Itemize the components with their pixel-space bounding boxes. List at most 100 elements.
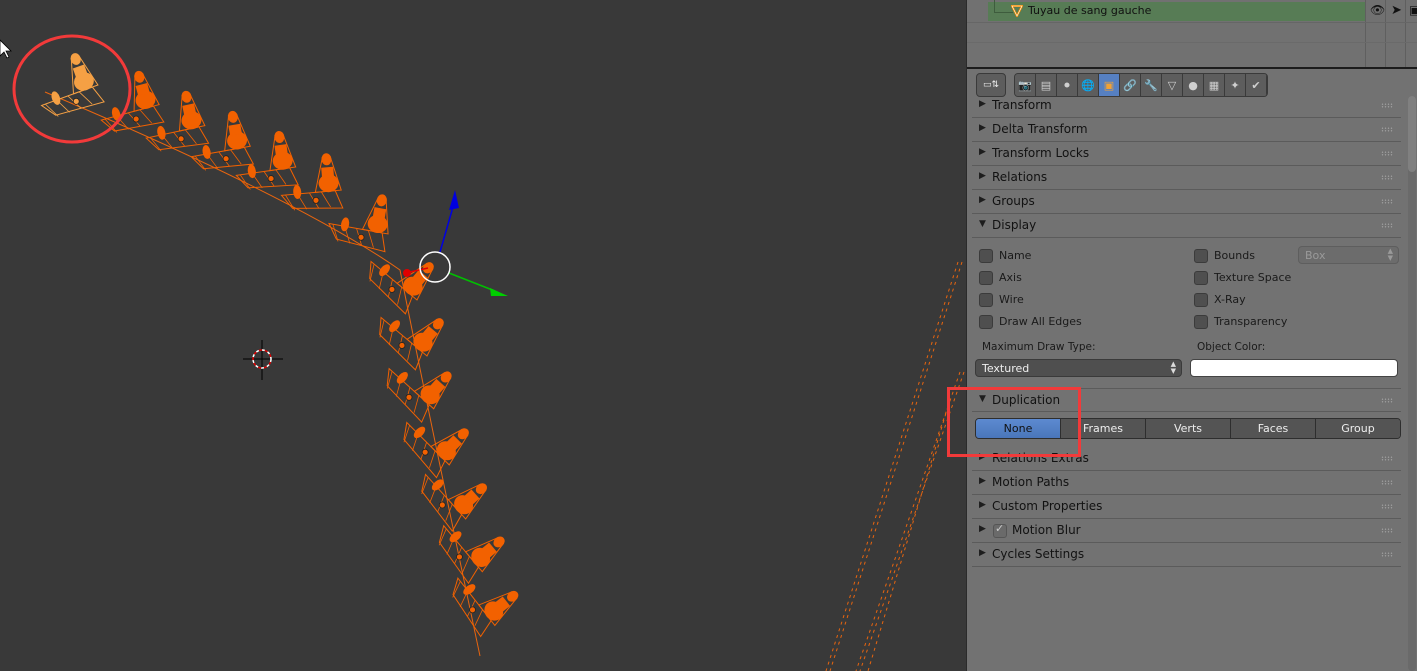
- panel-drag-grip[interactable]: [1381, 528, 1393, 533]
- duplication-option-none[interactable]: None: [976, 419, 1061, 438]
- panel-motion-blur[interactable]: ▶ ✓ Motion Blur: [972, 519, 1401, 543]
- object-origin-dot: [222, 155, 230, 163]
- tab-render[interactable]: 📷: [1015, 74, 1036, 96]
- tab-world[interactable]: 🌐: [1078, 74, 1099, 96]
- dropdown-arrows-icon: ▲ ▼: [1170, 360, 1176, 375]
- duplicate-object[interactable]: [444, 555, 525, 638]
- checkbox-wire[interactable]: [979, 293, 993, 307]
- panel-label: Motion Paths: [992, 475, 1070, 489]
- panel-enable-checkbox[interactable]: ✓: [993, 522, 1007, 538]
- properties-scrollbar[interactable]: [1408, 96, 1416, 671]
- panel-drag-grip[interactable]: [1381, 127, 1393, 132]
- panel-delta-transform[interactable]: ▶ Delta Transform: [972, 118, 1401, 142]
- tab-texture[interactable]: ▦: [1204, 74, 1225, 96]
- panel-drag-grip[interactable]: [1381, 480, 1393, 485]
- gizmo-y-arrow[interactable]: [490, 288, 508, 296]
- panel-drag-grip[interactable]: [1381, 223, 1393, 228]
- outliner-object-name[interactable]: Tuyau de sang gauche: [1028, 4, 1151, 17]
- panel-motion-paths[interactable]: ▶ Motion Paths: [972, 471, 1401, 495]
- collapse-arrow-icon[interactable]: ▼: [979, 219, 986, 229]
- checkbox-name[interactable]: [979, 249, 993, 263]
- tab-object[interactable]: ▣: [1099, 74, 1120, 96]
- tab-data[interactable]: ▽: [1162, 74, 1183, 96]
- checkbox-transparency[interactable]: [1194, 315, 1208, 329]
- gizmo-z-arrow[interactable]: [449, 190, 459, 210]
- duplicate-object[interactable]: [412, 449, 494, 532]
- panel-custom-properties[interactable]: ▶ Custom Properties: [972, 495, 1401, 519]
- panel-transform-locks[interactable]: ▶ Transform Locks: [972, 142, 1401, 166]
- expand-arrow-icon[interactable]: ▶: [979, 524, 986, 534]
- panel-groups[interactable]: ▶ Groups: [972, 190, 1401, 214]
- cursor-icon[interactable]: ➤: [1391, 3, 1402, 18]
- expand-arrow-icon[interactable]: ▶: [979, 171, 986, 181]
- checkbox-label: Axis: [999, 271, 1022, 284]
- tab-material[interactable]: ●: [1183, 74, 1204, 96]
- duplicate-object[interactable]: [394, 396, 476, 479]
- 3d-viewport[interactable]: [0, 0, 966, 671]
- duplicate-object[interactable]: [326, 186, 395, 253]
- panel-display[interactable]: ▼ Display: [972, 214, 1401, 238]
- panel-drag-grip[interactable]: [1381, 103, 1393, 108]
- expand-arrow-icon[interactable]: ▶: [979, 452, 986, 462]
- object-origin-dot: [388, 286, 396, 293]
- tab-particles[interactable]: ✦: [1225, 74, 1246, 96]
- expand-arrow-icon[interactable]: ▶: [979, 99, 986, 109]
- duplication-option-faces[interactable]: Faces: [1231, 419, 1316, 438]
- expand-arrow-icon[interactable]: ▶: [979, 476, 986, 486]
- checkbox-texture-space[interactable]: [1194, 271, 1208, 285]
- duplication-option-verts[interactable]: Verts: [1146, 419, 1231, 438]
- checkbox-bounds[interactable]: [1194, 249, 1208, 263]
- object-origin-dot: [398, 342, 406, 349]
- tab-modifiers[interactable]: 🔧: [1141, 74, 1162, 96]
- panel-drag-grip[interactable]: [1381, 552, 1393, 557]
- panel-transform[interactable]: ▶ Transform: [972, 94, 1401, 118]
- checkbox-x-ray[interactable]: [1194, 293, 1208, 307]
- eye-icon[interactable]: 👁: [1370, 3, 1385, 17]
- object-origin-dot: [177, 135, 185, 143]
- expand-arrow-icon[interactable]: ▶: [979, 147, 986, 157]
- chain-link-icon: 🔗: [1123, 78, 1137, 92]
- outliner[interactable]: Tuyau de sang gauche 👁 ➤ ▣: [967, 0, 1417, 67]
- tab-scene[interactable]: ⚫: [1057, 74, 1078, 96]
- panel-relations[interactable]: ▶ Relations: [972, 166, 1401, 190]
- panel-relations-extras[interactable]: ▶ Relations Extras: [972, 447, 1401, 471]
- panel-drag-grip[interactable]: [1381, 504, 1393, 509]
- checkbox-axis[interactable]: [979, 271, 993, 285]
- checkbox-label: X-Ray: [1214, 293, 1246, 306]
- render-icon[interactable]: ▣: [1409, 3, 1417, 17]
- viewport-canvas[interactable]: [0, 0, 966, 671]
- scrollbar-thumb[interactable]: [1408, 96, 1416, 172]
- object-cube-icon: ▣: [1103, 78, 1115, 92]
- duplicate-object[interactable]: [377, 340, 459, 424]
- panel-drag-grip[interactable]: [1381, 199, 1393, 204]
- panel-cycles-settings[interactable]: ▶ Cycles Settings: [972, 543, 1401, 567]
- object-color-swatch[interactable]: [1190, 359, 1398, 377]
- collapse-arrow-icon[interactable]: ▼: [979, 394, 986, 404]
- expand-arrow-icon[interactable]: ▶: [979, 123, 986, 133]
- gizmo-y-axis[interactable]: [448, 272, 496, 292]
- checkmark-icon: ✓: [995, 522, 1005, 535]
- expand-arrow-icon[interactable]: ▶: [979, 500, 986, 510]
- duplicate-object[interactable]: [430, 501, 511, 585]
- panel-drag-grip[interactable]: [1381, 151, 1393, 156]
- max-draw-type-dropdown[interactable]: Textured ▲ ▼: [975, 359, 1182, 377]
- properties-editor-icon: ▭⇅: [982, 80, 1000, 90]
- duplication-option-frames[interactable]: Frames: [1061, 419, 1146, 438]
- panel-drag-grip[interactable]: [1381, 456, 1393, 461]
- gizmo-x-arrow[interactable]: [403, 269, 411, 277]
- panel-duplication[interactable]: ▼ Duplication: [972, 388, 1401, 412]
- expand-arrow-icon[interactable]: ▶: [979, 548, 986, 558]
- dropdown-arrows-icon: ▲ ▼: [1387, 247, 1393, 262]
- panel-drag-grip[interactable]: [1381, 175, 1393, 180]
- duplication-option-group[interactable]: Group: [1316, 419, 1400, 438]
- bounds-type-dropdown[interactable]: Box ▲ ▼: [1298, 246, 1399, 264]
- outliner-row[interactable]: Tuyau de sang gauche 👁 ➤ ▣: [967, 0, 1417, 22]
- panel-label: Relations Extras: [992, 451, 1089, 465]
- tab-physics[interactable]: ✔: [1246, 74, 1267, 96]
- selected-duplicate-object[interactable]: [29, 49, 105, 122]
- panel-drag-grip[interactable]: [1381, 398, 1393, 403]
- expand-arrow-icon[interactable]: ▶: [979, 195, 986, 205]
- tab-render-layers[interactable]: ▤: [1036, 74, 1057, 96]
- checkbox-draw-all-edges[interactable]: [979, 315, 993, 329]
- tab-constraints[interactable]: 🔗: [1120, 74, 1141, 96]
